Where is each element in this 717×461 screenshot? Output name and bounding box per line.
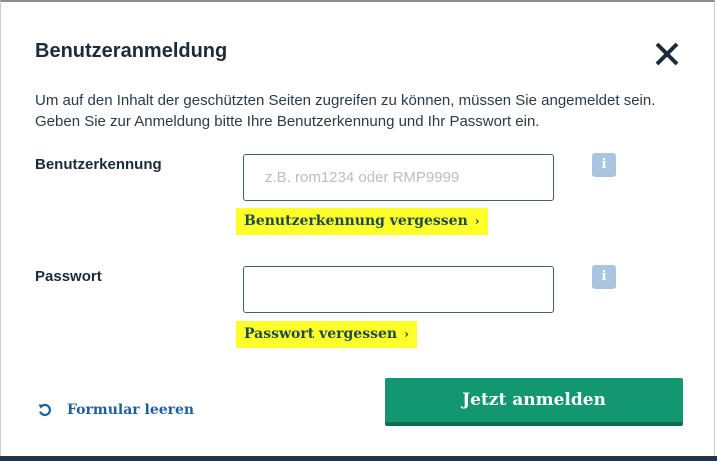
- chevron-right-icon: ›: [404, 327, 409, 341]
- forgot-password-link[interactable]: Passwort vergessen ›: [236, 321, 417, 348]
- info-icon: i: [601, 269, 607, 284]
- reset-form-label: Formular leeren: [67, 402, 195, 418]
- intro-text: Um auf den Inhalt der geschützten Seiten…: [35, 90, 695, 132]
- login-submit-button[interactable]: Jetzt anmelden: [385, 378, 683, 426]
- password-label: Passwort: [35, 268, 102, 285]
- forgot-username-link[interactable]: Benutzerkennung vergessen ›: [236, 208, 488, 235]
- reset-form-button[interactable]: Formular leeren: [37, 400, 194, 420]
- bottom-border: [0, 456, 717, 461]
- password-info-button[interactable]: i: [592, 265, 616, 289]
- login-dialog: Benutzeranmeldung Um auf den Inhalt der …: [0, 0, 715, 456]
- password-input[interactable]: [243, 266, 554, 313]
- forgot-password-label: Passwort vergessen: [244, 326, 398, 342]
- intro-line-2: Geben Sie zur Anmeldung bitte Ihre Benut…: [35, 113, 540, 130]
- username-label: Benutzerkennung: [35, 156, 162, 173]
- intro-line-1: Um auf den Inhalt der geschützten Seiten…: [35, 92, 656, 109]
- undo-icon: [38, 403, 51, 417]
- chevron-right-icon: ›: [474, 214, 480, 228]
- username-input[interactable]: [243, 154, 554, 201]
- username-info-button[interactable]: i: [592, 153, 616, 177]
- close-button[interactable]: [653, 40, 681, 68]
- info-icon: i: [601, 157, 607, 172]
- forgot-username-label: Benutzerkennung vergessen: [244, 213, 468, 229]
- close-icon: [655, 42, 679, 66]
- dialog-title: Benutzeranmeldung: [35, 40, 228, 62]
